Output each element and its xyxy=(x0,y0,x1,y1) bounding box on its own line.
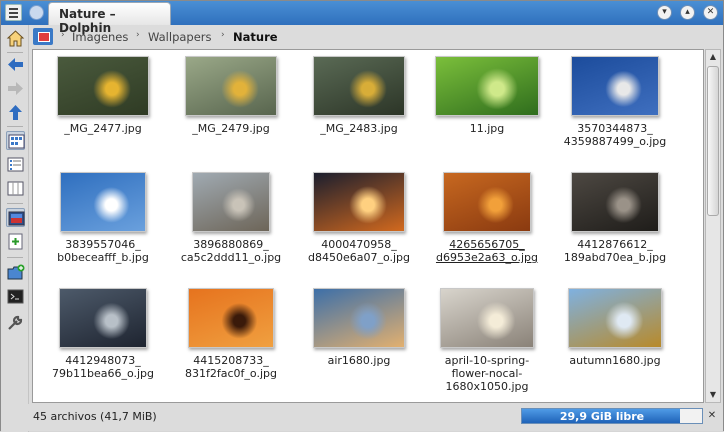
file-item[interactable]: 4415208733_ 831f2fac0f_o.jpg xyxy=(171,288,291,380)
dolphin-window: Nature – Dolphin ▾ ▴ ✕ › Imagenes › Wall… xyxy=(0,0,724,432)
scroll-thumb[interactable] xyxy=(707,66,719,216)
crumb-separator: › xyxy=(136,30,140,40)
new-folder-icon[interactable] xyxy=(6,263,25,282)
breadcrumb: › Imagenes › Wallpapers › Nature xyxy=(31,26,723,48)
file-item[interactable]: 4265656705_ d6953e2a63_o.jpg xyxy=(427,172,547,264)
file-thumbnail xyxy=(313,172,405,232)
file-thumbnail xyxy=(568,288,662,348)
crumb-wallpapers[interactable]: Wallpapers xyxy=(148,30,212,44)
file-item[interactable]: _MG_2477.jpg xyxy=(43,56,163,135)
file-view[interactable]: _MG_2477.jpg _MG_2479.jpg _MG_2483.jpg 11.j… xyxy=(32,49,704,403)
status-bar: 45 archivos (41,7 MiB) 29,9 GiB libre ✕ xyxy=(1,404,723,431)
file-name: 3839557046_ b0beceafff_b.jpg xyxy=(57,238,149,264)
vertical-scrollbar[interactable]: ▲ ▼ xyxy=(705,49,721,403)
file-thumbnail xyxy=(59,288,147,348)
split-view-icon[interactable] xyxy=(6,232,25,251)
crumb-separator: › xyxy=(221,30,225,40)
file-thumbnail xyxy=(188,288,274,348)
file-item[interactable]: april-10-spring- flower-nocal- 1680x1050… xyxy=(427,288,547,393)
file-name: 4412948073_ 79b11bea66_o.jpg xyxy=(51,354,155,380)
file-thumbnail xyxy=(192,172,270,232)
file-thumbnail xyxy=(571,56,659,116)
file-item[interactable]: 4000470958_ d8450e6a07_o.jpg xyxy=(299,172,419,264)
crumb-imagenes[interactable]: Imagenes xyxy=(72,30,128,44)
file-item[interactable]: autumn1680.jpg xyxy=(555,288,675,367)
file-name: _MG_2483.jpg xyxy=(320,122,398,135)
home-icon[interactable] xyxy=(6,29,25,48)
left-toolbar xyxy=(1,25,29,432)
file-name: air1680.jpg xyxy=(327,354,391,367)
file-name: 4265656705_ d6953e2a63_o.jpg xyxy=(435,238,539,264)
free-space-bar: 29,9 GiB libre xyxy=(521,408,703,424)
window-title: Nature – Dolphin xyxy=(48,2,171,35)
file-thumbnail xyxy=(57,56,149,116)
file-thumbnail xyxy=(440,288,534,348)
file-item[interactable]: 11.jpg xyxy=(427,56,547,135)
crumb-separator: › xyxy=(61,30,65,40)
file-name: autumn1680.jpg xyxy=(569,354,661,367)
file-name: 4415208733_ 831f2fac0f_o.jpg xyxy=(185,354,277,380)
file-name: 3896880869_ ca5c2ddd11_o.jpg xyxy=(180,238,282,264)
settings-wrench-icon[interactable] xyxy=(6,313,25,332)
file-item[interactable]: _MG_2479.jpg xyxy=(171,56,291,135)
file-thumbnail xyxy=(443,172,531,232)
maximize-button[interactable]: ▴ xyxy=(680,5,695,20)
file-thumbnail xyxy=(313,288,405,348)
scroll-up-icon[interactable]: ▲ xyxy=(706,50,720,64)
file-name: 11.jpg xyxy=(469,122,505,135)
file-item[interactable]: 3896880869_ ca5c2ddd11_o.jpg xyxy=(171,172,291,264)
file-thumbnail xyxy=(571,172,659,232)
free-space-text: 29,9 GiB libre xyxy=(559,410,645,423)
file-name: 4000470958_ d8450e6a07_o.jpg xyxy=(307,238,411,264)
up-arrow-icon[interactable] xyxy=(6,103,25,122)
file-item[interactable]: 4412948073_ 79b11bea66_o.jpg xyxy=(43,288,163,380)
file-thumbnail xyxy=(185,56,277,116)
places-pictures-icon[interactable] xyxy=(33,28,53,45)
title-bar: Nature – Dolphin ▾ ▴ ✕ xyxy=(1,1,723,35)
close-info-icon[interactable]: ✕ xyxy=(706,410,718,422)
app-menu-icon[interactable] xyxy=(5,4,22,21)
status-text: 45 archivos (41,7 MiB) xyxy=(33,410,157,423)
crumb-current[interactable]: Nature xyxy=(233,30,278,44)
columns-view-icon[interactable] xyxy=(6,179,25,198)
back-arrow-icon[interactable] xyxy=(6,55,25,74)
file-name: _MG_2477.jpg xyxy=(64,122,142,135)
scroll-down-icon[interactable]: ▼ xyxy=(706,388,720,402)
file-name: 3570344873_ 4359887499_o.jpg xyxy=(563,122,667,148)
file-name: _MG_2479.jpg xyxy=(192,122,270,135)
minimize-button[interactable]: ▾ xyxy=(657,5,672,20)
file-thumbnail xyxy=(435,56,539,116)
icons-view-icon[interactable] xyxy=(6,131,25,150)
file-item[interactable]: 3839557046_ b0beceafff_b.jpg xyxy=(43,172,163,264)
file-item[interactable]: _MG_2483.jpg xyxy=(299,56,419,135)
file-thumbnail xyxy=(60,172,146,232)
file-item[interactable]: 4412876612_ 189abd70ea_b.jpg xyxy=(555,172,675,264)
file-name: april-10-spring- flower-nocal- 1680x1050… xyxy=(444,354,530,393)
file-thumbnail xyxy=(313,56,405,116)
details-view-icon[interactable] xyxy=(6,155,25,174)
close-button[interactable]: ✕ xyxy=(703,5,718,20)
terminal-icon[interactable] xyxy=(6,287,25,306)
file-item[interactable]: air1680.jpg xyxy=(299,288,419,367)
file-name: 4412876612_ 189abd70ea_b.jpg xyxy=(563,238,667,264)
file-item[interactable]: 3570344873_ 4359887499_o.jpg xyxy=(555,56,675,148)
forward-arrow-icon[interactable] xyxy=(6,79,25,98)
window-menu-button[interactable] xyxy=(29,5,44,20)
preview-icon[interactable] xyxy=(6,208,25,227)
